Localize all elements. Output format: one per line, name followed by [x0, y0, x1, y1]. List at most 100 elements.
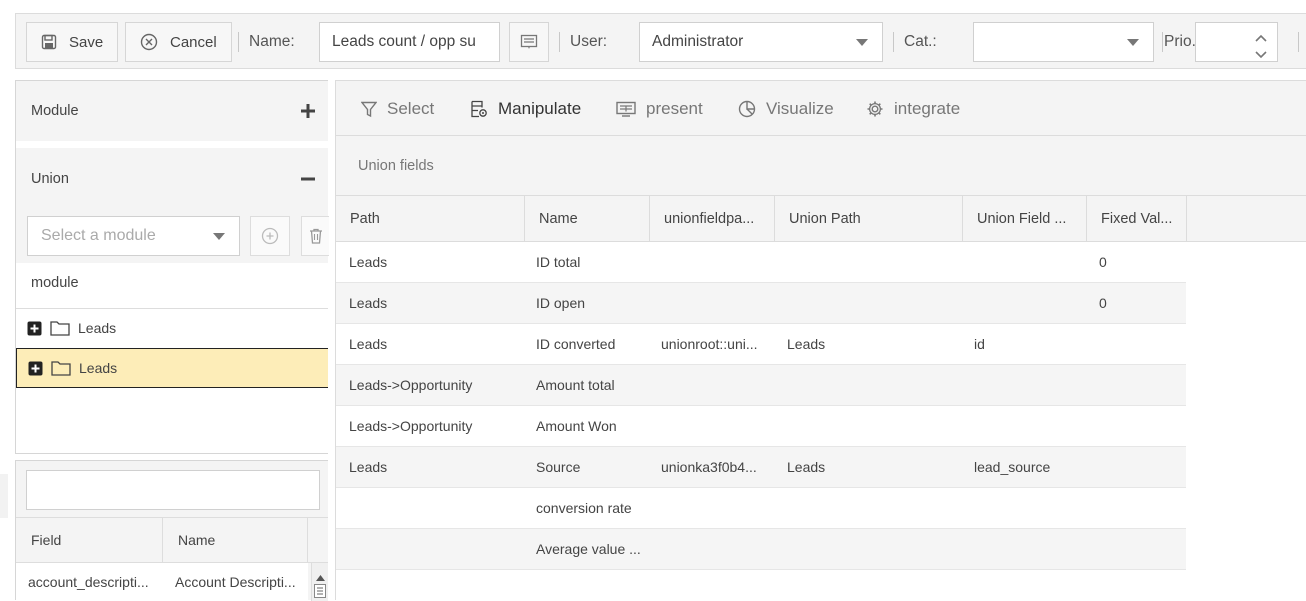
collapse-icon[interactable]	[300, 171, 316, 187]
tab-integrate[interactable]: integrate	[866, 81, 960, 137]
cell-name[interactable]: Amount total	[536, 365, 656, 405]
union-accordion-header[interactable]: Union	[16, 148, 328, 209]
cell-name[interactable]: Source	[536, 447, 656, 487]
cell-union-path[interactable]	[787, 529, 967, 569]
cell-unionfieldpath[interactable]	[661, 242, 771, 282]
cell-union-field[interactable]: lead_source	[974, 447, 1092, 487]
add-module-button[interactable]	[250, 216, 290, 256]
table-row[interactable]: Average value ...	[336, 529, 1186, 570]
column-header-union-path[interactable]: Union Path	[775, 196, 963, 241]
scroll-thumb-icon[interactable]	[314, 584, 326, 601]
cell-path[interactable]: Leads->Opportunity	[349, 365, 524, 405]
cell-union-path[interactable]: Leads	[787, 447, 967, 487]
cell-union-path[interactable]	[787, 283, 967, 323]
table-row[interactable]: Leads Source unionka3f0b4... Leads lead_sour…	[336, 447, 1186, 488]
cell-path[interactable]: Leads	[349, 283, 524, 323]
cell-union-path[interactable]: Leads	[787, 324, 967, 364]
cell-union-path[interactable]	[787, 488, 967, 528]
name-cell[interactable]: Account Descripti...	[163, 563, 308, 601]
cancel-button[interactable]: Cancel	[125, 22, 232, 62]
cell-fixed-value[interactable]	[1099, 529, 1184, 569]
scrollbar[interactable]	[311, 563, 328, 601]
cell-fixed-value[interactable]: 0	[1099, 283, 1184, 323]
column-header-unionfieldpath[interactable]: unionfieldpa...	[650, 196, 775, 241]
tree-item-selected[interactable]: Leads	[16, 348, 328, 388]
table-row[interactable]: Leads->Opportunity Amount Won	[336, 406, 1186, 447]
cell-name[interactable]: ID converted	[536, 324, 656, 364]
cell-union-field[interactable]	[974, 283, 1092, 323]
cell-fixed-value[interactable]	[1099, 447, 1184, 487]
tab-visualize[interactable]: Visualize	[738, 81, 834, 137]
table-row[interactable]: Leads->Opportunity Amount total	[336, 365, 1186, 406]
cell-path[interactable]	[349, 488, 524, 528]
cell-unionfieldpath[interactable]	[661, 283, 771, 323]
cell-path[interactable]: Leads	[349, 447, 524, 487]
cell-unionfieldpath[interactable]	[661, 365, 771, 405]
cell-unionfieldpath[interactable]	[661, 488, 771, 528]
module-accordion-header[interactable]: Module	[16, 81, 328, 141]
cell-path[interactable]	[349, 529, 524, 569]
chevron-down-icon	[213, 233, 225, 240]
cell-union-field[interactable]	[974, 488, 1092, 528]
user-select[interactable]: Administrator	[639, 22, 883, 62]
module-select[interactable]: Select a module	[27, 216, 240, 256]
cell-name[interactable]: Amount Won	[536, 406, 656, 446]
expand-icon[interactable]	[27, 321, 42, 336]
category-select[interactable]	[973, 22, 1154, 62]
cell-fixed-value[interactable]	[1099, 365, 1184, 405]
tab-label: integrate	[894, 99, 961, 118]
cell-union-field[interactable]	[974, 406, 1092, 446]
delete-module-button[interactable]	[301, 216, 329, 256]
cell-fixed-value[interactable]	[1099, 488, 1184, 528]
column-header-path[interactable]: Path	[336, 196, 525, 241]
table-row[interactable]: Leads ID open 0	[336, 283, 1186, 324]
stepper-down-icon[interactable]	[1255, 46, 1267, 61]
field-column-header[interactable]: Field	[16, 517, 163, 563]
column-header-union-field[interactable]: Union Field ...	[963, 196, 1087, 241]
name-input[interactable]: Leads count / opp su	[319, 22, 500, 62]
comment-icon	[520, 34, 538, 50]
cell-name[interactable]: Average value ...	[536, 529, 656, 569]
cell-union-field[interactable]	[974, 529, 1092, 569]
expand-icon[interactable]	[28, 361, 43, 376]
field-filter-input[interactable]	[26, 470, 320, 510]
tree-item[interactable]: Leads	[16, 308, 328, 348]
cell-union-field[interactable]: id	[974, 324, 1092, 364]
cell-union-path[interactable]	[787, 365, 967, 405]
cell-unionfieldpath[interactable]	[661, 529, 771, 569]
cell-fixed-value[interactable]	[1099, 324, 1184, 364]
field-cell[interactable]: account_descripti...	[16, 563, 163, 601]
table-row[interactable]: Leads ID total 0	[336, 242, 1186, 283]
present-icon	[616, 101, 636, 117]
stepper-up-icon[interactable]	[1255, 29, 1267, 47]
tab-manipulate[interactable]: Manipulate	[470, 81, 581, 137]
scroll-up-icon[interactable]	[316, 568, 325, 584]
column-header-name[interactable]: Name	[525, 196, 650, 241]
table-row[interactable]: conversion rate	[336, 488, 1186, 529]
cell-path[interactable]: Leads->Opportunity	[349, 406, 524, 446]
cell-unionfieldpath[interactable]: unionka3f0b4...	[661, 447, 771, 487]
tab-present[interactable]: present	[616, 81, 703, 137]
tab-select[interactable]: Select	[361, 81, 434, 137]
cell-union-path[interactable]	[787, 242, 967, 282]
cell-path[interactable]: Leads	[349, 242, 524, 282]
priority-stepper[interactable]	[1195, 22, 1278, 62]
name-column-header[interactable]: Name	[163, 517, 308, 563]
save-button[interactable]: Save	[26, 22, 119, 62]
cell-unionfieldpath[interactable]: unionroot::uni...	[661, 324, 771, 364]
cell-name[interactable]: conversion rate	[536, 488, 656, 528]
pie-chart-icon	[738, 100, 756, 118]
cell-union-field[interactable]	[974, 365, 1092, 405]
add-icon[interactable]	[300, 103, 316, 119]
cell-name[interactable]: ID open	[536, 283, 656, 323]
table-row[interactable]: Leads ID converted unionroot::uni... Leads i…	[336, 324, 1186, 365]
description-button[interactable]	[509, 22, 549, 62]
cell-unionfieldpath[interactable]	[661, 406, 771, 446]
cell-union-path[interactable]	[787, 406, 967, 446]
cell-name[interactable]: ID total	[536, 242, 656, 282]
cell-fixed-value[interactable]	[1099, 406, 1184, 446]
column-header-fixed-value[interactable]: Fixed Val...	[1087, 196, 1187, 241]
cell-path[interactable]: Leads	[349, 324, 524, 364]
cell-fixed-value[interactable]: 0	[1099, 242, 1184, 282]
cell-union-field[interactable]	[974, 242, 1092, 282]
